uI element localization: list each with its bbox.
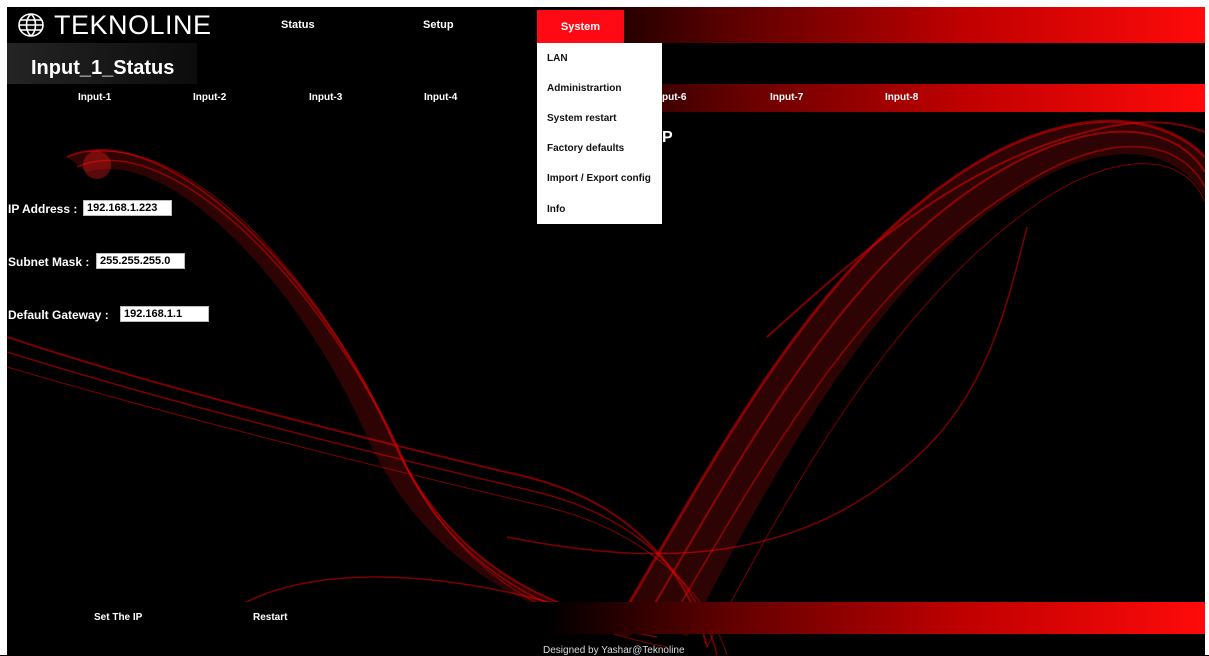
menu-item-lan[interactable]: LAN [547,53,568,64]
page-title: Input_1_Status [31,57,175,79]
subnet-mask-label: Subnet Mask : [8,255,90,269]
tab-input-6[interactable]: put-6 [662,92,686,103]
set-ip-button[interactable]: Set The IP [94,612,142,623]
ip-address-input[interactable] [83,200,172,216]
system-dropdown-menu: LAN Administrartion System restart Facto… [537,43,662,224]
tab-input-8[interactable]: Input-8 [885,92,918,103]
menu-item-administration[interactable]: Administrartion [547,83,621,94]
tab-input-3[interactable]: Input-3 [309,92,342,103]
subnet-mask-input[interactable] [96,253,185,269]
default-gateway-input[interactable] [120,306,209,322]
tab-input-1[interactable]: Input-1 [78,92,111,103]
footer-credit: Designed by Yashar@Teknoline [543,645,685,656]
window-frame-left [0,0,7,655]
menu-item-system-restart[interactable]: System restart [547,113,616,124]
tab-input-7[interactable]: Input-7 [770,92,803,103]
section-heading-fragment: P [662,129,673,146]
window-frame-right [1205,0,1209,655]
menu-item-factory-defaults[interactable]: Factory defaults [547,143,624,154]
nav-system[interactable]: System [537,10,624,43]
ip-address-label: IP Address : [8,202,78,216]
footer-bar [7,602,1205,634]
window-frame-top [0,0,1209,7]
tab-input-4[interactable]: Input-4 [424,92,457,103]
tab-input-2[interactable]: Input-2 [193,92,226,103]
brand-name: TEKNOLINE [54,9,212,40]
nav-setup[interactable]: Setup [423,19,454,31]
nav-status[interactable]: Status [281,19,315,31]
default-gateway-label: Default Gateway : [8,308,109,322]
menu-item-info[interactable]: Info [547,204,565,215]
nav-system-label: System [560,20,601,33]
globe-icon [18,13,44,37]
menu-item-import-export-config[interactable]: Import / Export config [547,173,651,184]
brand-logo[interactable]: TEKNOLINE [16,9,212,41]
restart-button[interactable]: Restart [253,612,287,623]
